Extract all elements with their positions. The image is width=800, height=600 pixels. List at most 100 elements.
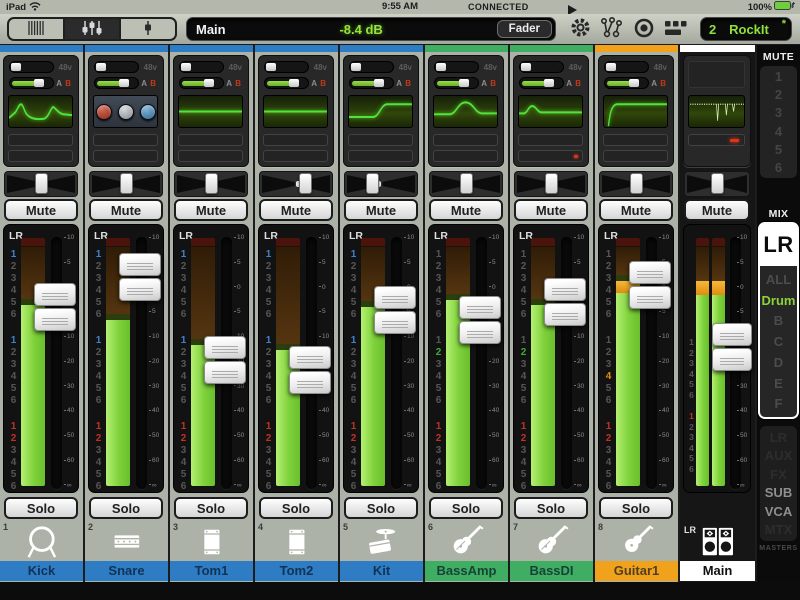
pan-control[interactable] [259, 171, 333, 197]
plugin-slot-1[interactable] [178, 134, 243, 146]
routing-button[interactable] [597, 17, 625, 41]
plugin-slot-1[interactable] [603, 134, 668, 146]
graphic-eq-thumbnail[interactable] [688, 95, 745, 128]
mute-button[interactable]: Mute [4, 199, 78, 221]
phantom-slider-handle[interactable] [266, 63, 276, 71]
fader-track[interactable] [476, 237, 487, 489]
phantom-slider-handle[interactable] [181, 63, 191, 71]
comp-knob-1[interactable] [96, 104, 112, 120]
gain-slider[interactable] [519, 77, 564, 89]
channel-readout-display[interactable]: Main -8.4 dB Fader [186, 17, 556, 41]
pan-handle[interactable] [630, 173, 643, 194]
fader-cap[interactable] [204, 336, 246, 386]
channel-name[interactable]: Kit [340, 561, 423, 581]
plugin-slot-2[interactable] [518, 150, 583, 162]
eq-thumbnail[interactable] [8, 95, 73, 128]
masters-fx[interactable]: FX [760, 467, 797, 482]
pan-handle[interactable] [460, 173, 473, 194]
masters-aux[interactable]: AUX [760, 448, 797, 463]
phantom-slider-handle[interactable] [606, 63, 616, 71]
channel-icon-area[interactable]: 5 [340, 521, 423, 561]
channel-icon-area[interactable]: 6 [425, 521, 508, 561]
limiter-slot[interactable] [688, 134, 745, 146]
plugin-slot-1[interactable] [518, 134, 583, 146]
pan-control[interactable] [684, 171, 750, 197]
plugin-slot-1[interactable] [433, 134, 498, 146]
pan-control[interactable] [514, 171, 588, 197]
mute-group-4[interactable]: 4 [760, 124, 797, 139]
channel-icon-area[interactable]: 3 [170, 521, 253, 561]
pan-control[interactable] [174, 171, 248, 197]
pan-handle[interactable] [35, 173, 48, 194]
plugin-slot-2[interactable] [8, 150, 73, 162]
solo-button[interactable]: Solo [344, 497, 418, 519]
view-group-c[interactable]: C [760, 334, 797, 349]
phantom-48v-slider[interactable] [264, 61, 309, 73]
channel-name[interactable]: Main [680, 561, 755, 581]
mute-button[interactable]: Mute [89, 199, 163, 221]
gain-slider-handle[interactable] [544, 79, 554, 87]
gain-slider[interactable] [9, 77, 54, 89]
eq-thumbnail[interactable] [93, 95, 158, 128]
gain-slider-handle[interactable] [34, 79, 44, 87]
fader-track[interactable] [561, 237, 572, 489]
fader-mode-button[interactable]: Fader [497, 20, 552, 38]
channel-processing-panel[interactable]: 48v A B [258, 55, 334, 167]
mute-group-5[interactable]: 5 [760, 142, 797, 157]
mute-button[interactable]: Mute [429, 199, 503, 221]
mute-button[interactable]: Mute [259, 199, 333, 221]
fader-view-button[interactable] [121, 19, 175, 39]
solo-button[interactable]: Solo [599, 497, 673, 519]
pan-handle[interactable] [205, 173, 218, 194]
channel-processing-panel[interactable]: 48v A B [3, 55, 79, 167]
pan-handle[interactable] [711, 173, 724, 194]
phantom-48v-slider[interactable] [9, 61, 54, 73]
mute-button[interactable]: Mute [514, 199, 588, 221]
eq-thumbnail[interactable] [603, 95, 668, 128]
view-group-b[interactable]: B [760, 313, 797, 328]
solo-button[interactable]: Solo [429, 497, 503, 519]
masters-sub[interactable]: SUB [760, 485, 797, 500]
mixer-view-button[interactable] [65, 19, 121, 39]
mute-group-6[interactable]: 6 [760, 160, 797, 175]
channel-processing-panel[interactable]: 48v A B [88, 55, 164, 167]
channel-name[interactable]: BassAmp [425, 561, 508, 581]
phantom-slider-handle[interactable] [96, 63, 106, 71]
mute-button[interactable]: Mute [684, 199, 750, 221]
channel-name[interactable]: Kick [0, 561, 83, 581]
gain-slider[interactable] [434, 77, 479, 89]
channel-icon-area[interactable]: 4 [255, 521, 338, 561]
view-group-f[interactable]: F [760, 396, 797, 411]
solo-button[interactable]: Solo [174, 497, 248, 519]
gain-slider-handle[interactable] [119, 79, 129, 87]
plugin-slot-1[interactable] [348, 134, 413, 146]
view-group-d[interactable]: D [760, 355, 797, 370]
channel-name[interactable]: BassDI [510, 561, 593, 581]
channel-processing-panel[interactable]: 48v A B [173, 55, 249, 167]
channel-icon-area[interactable]: 2 [85, 521, 168, 561]
fader-cap[interactable] [459, 296, 501, 346]
masters-vca[interactable]: VCA [760, 504, 797, 519]
gain-slider-handle[interactable] [459, 79, 469, 87]
plugin-slot-1[interactable] [8, 134, 73, 146]
comp-knob-3[interactable] [140, 104, 156, 120]
channel-name[interactable]: Snare [85, 561, 168, 581]
pan-handle[interactable] [120, 173, 133, 194]
gain-slider-handle[interactable] [629, 79, 639, 87]
fader-cap[interactable] [119, 253, 161, 303]
mix-selector[interactable]: LR ALLDrumBCDEF [758, 222, 799, 419]
record-button[interactable] [630, 17, 658, 41]
gain-slider[interactable] [604, 77, 649, 89]
pan-handle[interactable] [299, 173, 312, 194]
mute-button[interactable]: Mute [344, 199, 418, 221]
channel-processing-panel[interactable]: 48v A B [343, 55, 419, 167]
solo-button[interactable]: Solo [259, 497, 333, 519]
pan-handle[interactable] [366, 173, 379, 194]
masters-lr[interactable]: LR [760, 430, 797, 445]
channel-icon-area[interactable]: 1 [0, 521, 83, 561]
channel-name[interactable]: Guitar1 [595, 561, 678, 581]
eq-thumbnail[interactable] [348, 95, 413, 128]
gain-slider-handle[interactable] [289, 79, 299, 87]
view-group-drum[interactable]: Drum [760, 293, 797, 308]
channel-processing-panel[interactable]: 48v A B [598, 55, 674, 167]
